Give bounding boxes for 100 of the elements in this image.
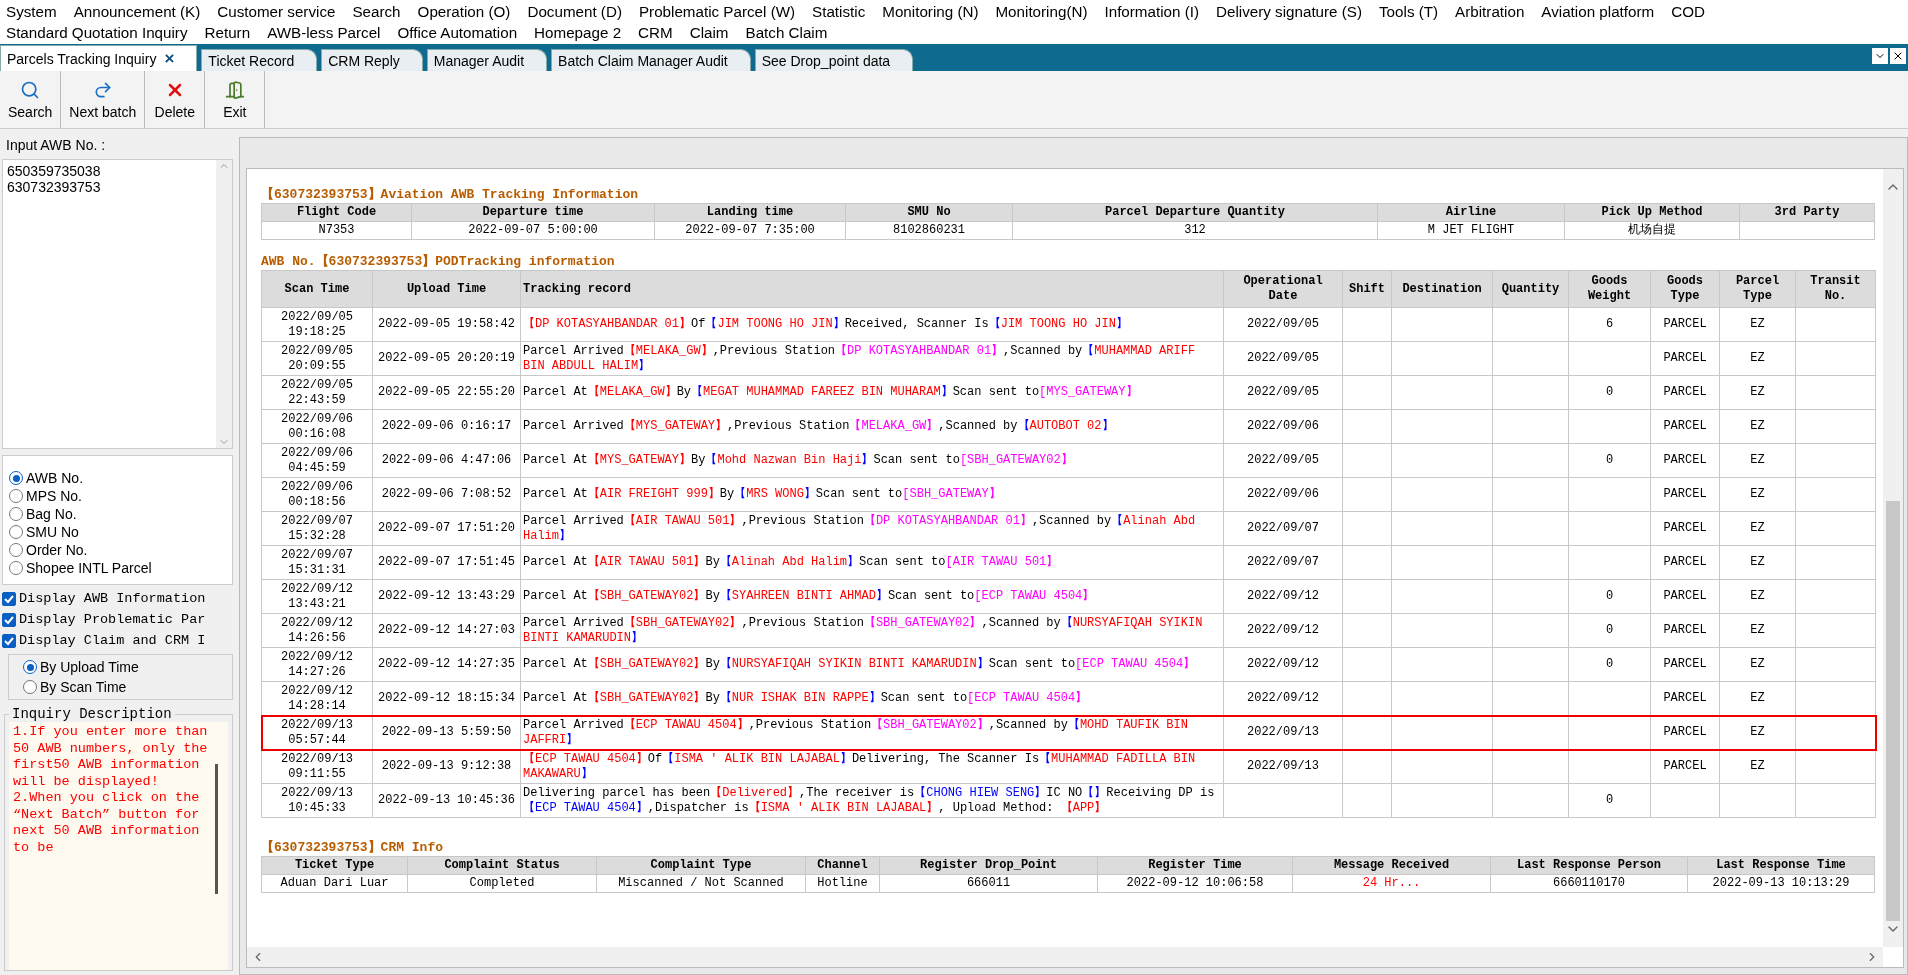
menu-item[interactable]: Operation (O): [415, 2, 513, 21]
radio-option[interactable]: Bag No.: [9, 506, 226, 522]
table-cell: 2022-09-12 14:27:03: [372, 613, 521, 648]
menu-item[interactable]: Batch Claim: [743, 23, 830, 42]
toolbar-button[interactable]: Next batch: [61, 71, 146, 128]
table-cell: 2022/09/12 13:43:21: [261, 579, 373, 614]
scrollbar[interactable]: [214, 764, 218, 894]
tracking-row[interactable]: [261, 783, 1876, 818]
table-cell: 2022-09-05 19:58:42: [372, 307, 521, 342]
menu-item[interactable]: Claim: [687, 23, 731, 42]
checkbox-option[interactable]: Display Claim and CRM I: [2, 633, 233, 648]
menu-item[interactable]: Information (I): [1102, 2, 1201, 21]
toolbar-button[interactable]: Delete: [145, 71, 206, 128]
menu-item[interactable]: Arbitration: [1453, 2, 1527, 21]
column-header: Transit No.: [1795, 270, 1876, 308]
table-cell: 2022/09/05: [1223, 341, 1343, 376]
section-title: AWB No.【630732393753】PODTracking information: [261, 253, 616, 270]
radio-option[interactable]: MPS No.: [9, 488, 226, 504]
tracking-row[interactable]: 2022/09/12 14:27:26 2022-09-12 14:27:35 Parcel At【SBH_GATEWAY02】By【NURSYAFIQAH SYIKIN BINTI KAMARUDIN】Scan sent to[ECP TAWAU 4504】 2022/09/12 0 PARCEL EZ: [261, 647, 1876, 682]
scrollbar[interactable]: [1883, 169, 1903, 947]
menu-item[interactable]: Document (D): [525, 2, 624, 21]
radio-option[interactable]: Shopee INTL Parcel: [9, 560, 226, 576]
table-cell: PARCEL: [1650, 511, 1720, 546]
toolbar-button[interactable]: Exit: [205, 71, 266, 128]
tracking-row[interactable]: 2022/09/05 19:18:25 2022-09-05 19:58:42 【DP KOTASYAHBANDAR 01】Of【JIM TOONG HO JIN】Received, Scanner Is【JIM TOONG HO JIN】 2022/09/05 6 PARCEL EZ: [261, 307, 1876, 342]
tracking-record: Parcel At【SBH_GATEWAY02】By【NURSYAFIQAH SYIKIN BINTI KAMARUDIN】Scan sent to[ECP TAWAU 4504】: [520, 647, 1224, 682]
table-cell: 2022-09-06 7:08:52: [372, 477, 521, 512]
tracking-record: Parcel Arrived【MELAKA_GW】,Previous Station【DP KOTASYAHBANDAR 01】,Scanned by【MUHAMMAD ARIFF BIN ABDULL HALIM】: [520, 341, 1224, 376]
table-cell: Hotline: [805, 874, 880, 893]
awb-input-field[interactable]: 650359735038 630732393753: [2, 159, 233, 449]
table-cell: 2022-09-05 22:55:20: [372, 375, 521, 410]
close-icon[interactable]: ×: [164, 48, 175, 69]
tracking-row[interactable]: 2022/09/05 20:09:55 2022-09-05 20:20:19 Parcel Arrived【MELAKA_GW】,Previous Station【DP KOTASYAHBANDAR 01】,Scanned by【MUHAMMAD ARIFF BIN ABDULL HALIM】 2022/09/05 PARCEL EZ: [261, 341, 1876, 376]
menu-item[interactable]: Aviation platform: [1539, 2, 1657, 21]
tab[interactable]: See Drop_point data: [754, 49, 914, 71]
table-cell: EZ: [1719, 613, 1796, 648]
table-cell: 2022-09-07 17:51:45: [372, 545, 521, 580]
table-cell: EZ: [1719, 749, 1796, 784]
table-cell: PARCEL: [1650, 477, 1720, 512]
menu-item[interactable]: Customer service: [215, 2, 338, 21]
menu-item[interactable]: CRM: [636, 23, 675, 42]
menu-item[interactable]: COD: [1669, 2, 1707, 21]
close-icon[interactable]: [1890, 48, 1906, 64]
table-cell: PARCEL: [1650, 613, 1720, 648]
menu-item[interactable]: Monitoring(N): [993, 2, 1090, 21]
tracking-row[interactable]: 2022/09/07 15:31:31 2022-09-07 17:51:45 Parcel At【AIR TAWAU 501】By【Alinah Abd Halim】Scan sent to[AIR TAWAU 501】 2022/09/07 PARCEL EZ: [261, 545, 1876, 580]
tab[interactable]: Parcels Tracking Inquiry ×: [0, 45, 198, 71]
column-header: Complaint Type: [596, 856, 806, 875]
table-cell: EZ: [1719, 545, 1796, 580]
scrollbar[interactable]: [247, 947, 1883, 967]
tracking-row[interactable]: 2022/09/13 05:57:44 2022-09-13 5:59:50 Parcel Arrived【ECP TAWAU 4504】,Previous Station【SBH_GATEWAY02】,Scanned by【MOHD TAUFIK BIN JAFFRI】 2022/09/13 PARCEL EZ: [261, 715, 1876, 750]
tab[interactable]: CRM Reply: [321, 49, 423, 71]
menu-item[interactable]: Delivery signature (S): [1214, 2, 1365, 21]
checkbox-option[interactable]: Display AWB Information: [2, 591, 233, 606]
table-cell: EZ: [1719, 341, 1796, 376]
table-cell: 2022/09/13 09:11:55: [261, 749, 373, 784]
tracking-row[interactable]: 2022/09/06 00:18:56 2022-09-06 7:08:52 Parcel At【AIR FREIGHT 999】By【MRS WONG】Scan sent to[SBH_GATEWAY】 2022/09/06 PARCEL EZ: [261, 477, 1876, 512]
tracking-row[interactable]: 2022/09/12 13:43:21 2022-09-12 13:43:29 Parcel At【SBH_GATEWAY02】By【SYAHREEN BINTI AHMAD】Scan sent to[ECP TAWAU 4504】 2022/09/12 0 PARCEL EZ: [261, 579, 1876, 614]
menu-item[interactable]: System: [4, 2, 59, 21]
table-cell: PARCEL: [1650, 647, 1720, 682]
radio-option[interactable]: By Scan Time: [23, 679, 218, 695]
checkbox-option[interactable]: Display Problematic Par: [2, 612, 233, 627]
menu-item[interactable]: Return: [202, 23, 253, 42]
menu-item[interactable]: Monitoring (N): [880, 2, 981, 21]
column-header: Destination: [1391, 270, 1493, 308]
menu-item[interactable]: Office Automation: [395, 23, 520, 42]
radio-option[interactable]: Order No.: [9, 542, 226, 558]
toolbar-button[interactable]: Search: [0, 71, 62, 128]
menu-item[interactable]: AWB-less Parcel: [265, 23, 383, 42]
column-header: Goods Weight: [1568, 270, 1651, 308]
radio-option[interactable]: AWB No.: [9, 470, 226, 486]
menu-item[interactable]: Problematic Parcel (W): [636, 2, 798, 21]
tab[interactable]: Ticket Record: [201, 49, 318, 71]
table-cell: 2022/09/06 00:18:56: [261, 477, 373, 512]
table-cell: 2022-09-06 0:16:17: [372, 409, 521, 444]
tracking-row[interactable]: 2022/09/06 04:45:59 2022-09-06 4:47:06 Parcel At【MYS_GATEWAY】By【Mohd Nazwan Bin Haji】Scan sent to[SBH_GATEWAY02】 2022/09/05 0 PARCEL EZ: [261, 443, 1876, 478]
table-cell: 0: [1568, 375, 1651, 410]
column-header: Goods Type: [1650, 270, 1720, 308]
column-header: Register Time: [1097, 856, 1293, 875]
menu-item[interactable]: Search: [350, 2, 403, 21]
tracking-row[interactable]: 2022/09/12 14:28:14 2022-09-12 18:15:34 Parcel At【SBH_GATEWAY02】By【NUR ISHAK BIN RAPPE】Scan sent to[ECP TAWAU 4504】 2022/09/12 PARCEL EZ: [261, 681, 1876, 716]
tracking-row[interactable]: 2022/09/05 22:43:59 2022-09-05 22:55:20 Parcel At【MELAKA_GW】By【MEGAT MUHAMMAD FAREEZ BIN MUHARAM】Scan sent to[MYS_GATEWAY】 2022/09/05 0 PARCEL EZ: [261, 375, 1876, 410]
tab[interactable]: Manager Audit: [426, 49, 548, 71]
menu-item[interactable]: Announcement (K): [71, 2, 203, 21]
tab[interactable]: Batch Claim Manager Audit: [551, 49, 751, 71]
menu-item[interactable]: Statistic: [810, 2, 868, 21]
tracking-row[interactable]: 2022/09/12 14:26:56 2022-09-12 14:27:03 Parcel Arrived【SBH_GATEWAY02】,Previous Station【SBH_GATEWAY02】,Scanned by【NURSYAFIQAH SYIKIN BINTI KAMARUDIN】 2022/09/12 0 PARCEL EZ: [261, 613, 1876, 648]
tracking-row[interactable]: 2022/09/07 15:32:28 2022-09-07 17:51:20 Parcel Arrived【AIR TAWAU 501】,Previous Station【DP KOTASYAHBANDAR 01】,Scanned by【Alinah Abd Halim】 2022/09/07 PARCEL EZ: [261, 511, 1876, 546]
menu-item[interactable]: Tools (T): [1377, 2, 1441, 21]
table-cell: EZ: [1719, 647, 1796, 682]
radio-option[interactable]: By Upload Time: [23, 659, 218, 675]
table-cell: 6660110170: [1490, 874, 1688, 893]
radio-option[interactable]: SMU No: [9, 524, 226, 540]
menu-item[interactable]: Standard Quotation Inquiry: [4, 23, 190, 42]
tracking-row[interactable]: 2022/09/13 09:11:55 2022-09-13 9:12:38 【ECP TAWAU 4504】Of【ISMA ′ ALIK BIN LAJABAL】Delivering, The Scanner Is【MUHAMMAD FADILLA BIN MAKAWARU】 2022/09/13 PARCEL EZ: [261, 749, 1876, 784]
tracking-row[interactable]: 2022/09/06 00:16:08 2022-09-06 0:16:17 Parcel Arrived【MYS_GATEWAY】,Previous Station【MELAKA_GW】,Scanned by【AUTOBOT 02】 2022/09/06 PARCEL EZ: [261, 409, 1876, 444]
table-cell: Miscanned / Not Scanned: [596, 874, 806, 893]
menu-item[interactable]: Homepage 2: [532, 23, 624, 42]
table-cell: 2022-09-13 10:13:29: [1687, 874, 1875, 893]
dropdown-icon[interactable]: [1872, 48, 1888, 64]
